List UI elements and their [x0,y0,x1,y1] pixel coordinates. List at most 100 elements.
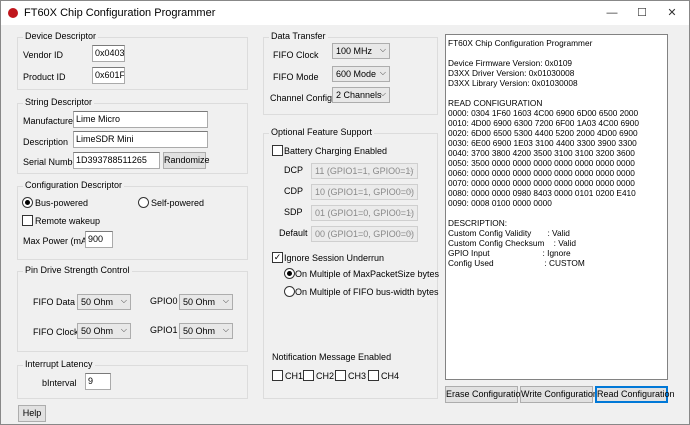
output-log[interactable]: FT60X Chip Configuration Programmer Devi… [445,34,668,380]
chevron-down-icon: ⌵ [379,45,386,54]
description-label: Description [23,137,69,147]
read-configuration-button[interactable]: Read Configuration [595,386,675,403]
chevron-down-icon: ⌵ [407,228,414,237]
chevron-down-icon: ⌵ [222,325,229,334]
cdp-select[interactable]: 10 (GPIO1=1, GPIO0=0) ⌵ [311,184,418,200]
dcp-label: DCP [284,165,304,175]
chevron-down-icon: ⌵ [407,186,414,195]
dcp-select[interactable]: 11 (GPIO1=1, GPIO0=1) ⌵ [311,163,418,179]
ch1-checkbox[interactable] [272,370,283,381]
cdp-label: CDP [284,186,304,196]
ch1-label: CH1 [285,371,304,381]
group-title: Data Transfer [269,31,328,41]
gpio1-select[interactable]: 50 Ohm ⌵ [179,323,233,339]
device-descriptor-group: Device Descriptor [17,31,248,90]
manufacturer-input[interactable]: Lime Micro [73,111,208,128]
group-title: Configuration Descriptor [23,180,125,190]
description-input[interactable]: LimeSDR Mini [73,131,208,148]
ch3-label: CH3 [348,371,367,381]
default-select[interactable]: 00 (GPIO1=0, GPIO0=0) ⌵ [311,226,418,242]
select-value: 50 Ohm [81,297,114,307]
fifo-clock-label: FIFO Clock [33,327,79,337]
select-value: 10 (GPIO1=1, GPIO0=0) [315,187,415,197]
chevron-down-icon: ⌵ [407,165,414,174]
vendor-id-input[interactable]: 0x0403 [92,45,125,62]
binterval-label: bInterval [42,378,77,388]
fifo-data-label: FIFO Data [33,297,76,307]
fifo-mode-label: FIFO Mode [273,72,319,82]
select-value: 100 MHz [336,46,373,56]
ch4-checkbox[interactable] [368,370,379,381]
serial-number-label: Serial Number [23,157,81,167]
chevron-down-icon: ⌵ [407,207,414,216]
self-powered-radio[interactable] [138,197,149,208]
battery-charging-checkbox[interactable] [272,145,283,156]
write-configuration-button[interactable]: Write Configuration [520,386,598,403]
max-packet-size-label: On Multiple of MaxPacketSize bytes [295,269,440,279]
ch2-label: CH2 [316,371,335,381]
select-value: 01 (GPIO1=0, GPIO0=1) [315,208,415,218]
fifo-data-select[interactable]: 50 Ohm ⌵ [77,294,131,310]
app-window: FT60X Chip Configuration Programmer — ☐ … [0,0,690,425]
battery-charging-label: Battery Charging Enabled [284,146,388,156]
sdp-select[interactable]: 01 (GPIO1=0, GPIO0=1) ⌵ [311,205,418,221]
group-title: String Descriptor [23,97,95,107]
default-label: Default [279,228,308,238]
app-icon [8,8,18,18]
select-value: 50 Ohm [183,297,216,307]
chevron-down-icon: ⌵ [379,68,386,77]
select-value: 50 Ohm [183,326,216,336]
chevron-down-icon: ⌵ [379,89,386,98]
sdp-label: SDP [284,207,303,217]
ch2-checkbox[interactable] [303,370,314,381]
gpio0-select[interactable]: 50 Ohm ⌵ [179,294,233,310]
ignore-session-underrun-label: Ignore Session Underrun [284,253,385,263]
select-value: 50 Ohm [81,326,114,336]
gpio1-label: GPIO1 [150,325,178,335]
chevron-down-icon: ⌵ [120,296,127,305]
remote-wakeup-label: Remote wakeup [35,216,101,226]
title-bar: FT60X Chip Configuration Programmer — ☐ … [1,1,689,25]
select-value: 600 Mode [336,69,377,79]
serial-number-input[interactable]: 1D393788511265 [73,152,160,169]
minimize-button[interactable]: — [597,1,627,25]
product-id-label: Product ID [23,72,66,82]
erase-configuration-button[interactable]: Erase Configuration [445,386,526,403]
binterval-input[interactable]: 9 [85,373,111,390]
fifo-clock-select[interactable]: 100 MHz ⌵ [332,43,390,59]
remote-wakeup-checkbox[interactable] [22,215,33,226]
window-title: FT60X Chip Configuration Programmer [24,7,216,19]
ignore-session-underrun-checkbox[interactable]: ✓ [272,252,283,263]
group-title: Pin Drive Strength Control [23,265,132,275]
group-title: Interrupt Latency [23,359,95,369]
ch4-label: CH4 [381,371,400,381]
pin-drive-group: Pin Drive Strength Control [17,265,248,352]
fifo-mode-select[interactable]: 600 Mode ⌵ [332,66,390,82]
fifo-bus-width-radio[interactable] [284,286,295,297]
select-value: 11 (GPIO1=1, GPIO0=1) [315,166,414,176]
manufacturer-label: Manufacturer [23,116,77,126]
select-value: 2 Channels [336,90,382,100]
help-button[interactable]: Help [18,405,46,422]
select-value: 00 (GPIO1=0, GPIO0=0) [315,229,415,239]
channel-config-select[interactable]: 2 Channels ⌵ [332,87,390,103]
max-power-label: Max Power (mA) [23,236,91,246]
randomize-button[interactable]: Randomize [163,152,210,169]
notification-label: Notification Message Enabled [272,352,392,362]
bus-powered-label: Bus-powered [35,198,89,208]
group-title: Device Descriptor [23,31,99,41]
fifo-clock-select[interactable]: 50 Ohm ⌵ [77,323,131,339]
chevron-down-icon: ⌵ [222,296,229,305]
bus-powered-radio[interactable] [22,197,33,208]
close-button[interactable]: ✕ [657,1,687,25]
channel-config-label: Channel Config [270,93,333,103]
fifo-clock-label: FIFO Clock [273,50,319,60]
gpio0-label: GPIO0 [150,296,178,306]
product-id-input[interactable]: 0x601F [92,67,125,84]
maximize-button[interactable]: ☐ [627,1,657,25]
max-packet-size-radio[interactable] [284,268,295,279]
max-power-input[interactable]: 900 [85,231,113,248]
fifo-bus-width-label: On Multiple of FIFO bus-width bytes [295,287,439,297]
group-title: Optional Feature Support [269,127,375,137]
ch3-checkbox[interactable] [335,370,346,381]
